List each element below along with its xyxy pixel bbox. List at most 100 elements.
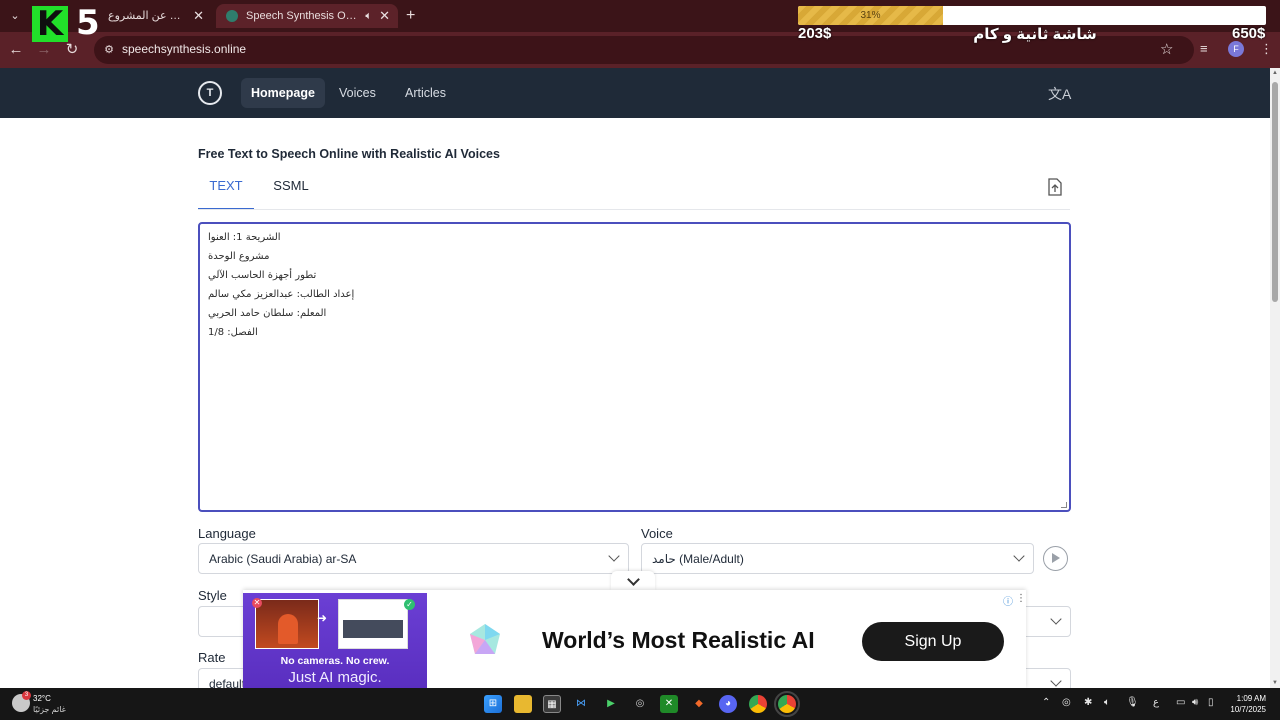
brand-gem-icon xyxy=(470,624,500,654)
windows-taskbar: 3 32°C غائم جزئيًا ⊞ ▦ ⋈ ▶ ◎ ✕ ◆ ◕ ⌃ ◎ ✱… xyxy=(0,688,1280,720)
file-explorer-icon[interactable] xyxy=(514,695,532,713)
donation-progress-bar: 31% xyxy=(798,6,1266,25)
brave-icon[interactable]: ◆ xyxy=(690,695,708,713)
volume-icon[interactable]: 🔈︎ xyxy=(1104,697,1110,708)
weather-badge: 3 xyxy=(22,691,31,700)
ad-headline: World’s Most Realistic AI xyxy=(542,627,815,653)
chrome-icon[interactable] xyxy=(749,695,767,713)
site-header: T Homepage Voices Articles 文A xyxy=(0,68,1270,118)
ad-info-icon[interactable]: ⓘ xyxy=(1003,593,1013,608)
tab-text[interactable]: TEXT xyxy=(198,174,254,210)
donation-current-amount: 203$ xyxy=(798,25,832,42)
tab-title: بحث مختصر عن المشروع xyxy=(108,10,186,22)
visual-studio-icon[interactable]: ⋈ xyxy=(572,695,590,713)
k5-logo-letter: K xyxy=(32,6,68,42)
weather-temperature: 32°C xyxy=(33,694,51,703)
weather-description: غائم جزئيًا xyxy=(33,705,66,714)
chevron-down-icon xyxy=(1050,675,1062,687)
file-upload-icon[interactable] xyxy=(1047,178,1063,196)
xbox-icon[interactable]: ✕ xyxy=(660,695,678,713)
ad-menu-icon[interactable]: ⋮ xyxy=(1016,593,1026,604)
play-app-icon[interactable]: ▶ xyxy=(602,695,620,713)
language-value: Arabic (Saudi Arabia) ar-SA xyxy=(209,552,357,566)
site-logo-icon[interactable]: T xyxy=(198,81,222,105)
text-line: تطور أجهزة الحاسب الآلي xyxy=(208,270,317,281)
nav-articles[interactable]: Articles xyxy=(395,78,456,108)
close-icon: ✕ xyxy=(252,598,262,608)
scroll-thumb[interactable] xyxy=(1272,82,1278,302)
nav-voices[interactable]: Voices xyxy=(329,78,386,108)
tab-search-icon[interactable]: ⌄ xyxy=(6,7,24,25)
tray-chevron-icon[interactable]: ⌃ xyxy=(1042,697,1050,708)
language-label: Language xyxy=(198,526,256,541)
microphone-icon[interactable]: 🎙︎ xyxy=(1126,697,1139,708)
ad-collapse-button[interactable] xyxy=(611,571,655,590)
chevron-down-icon xyxy=(1013,550,1025,562)
url-text: speechsynthesis.online xyxy=(122,42,247,56)
input-language[interactable]: ع xyxy=(1153,697,1159,708)
nav-homepage[interactable]: Homepage xyxy=(241,78,325,108)
browser-tab-active[interactable]: Speech Synthesis Online - free te 🔈︎ ✕ xyxy=(216,4,398,28)
site-info-icon[interactable]: ⚙ xyxy=(102,43,116,57)
sound-icon[interactable]: 🔊︎ xyxy=(1192,697,1198,708)
page-scrollbar[interactable]: ▲ ▼ xyxy=(1270,68,1280,688)
text-line: مشروع الوحدة xyxy=(208,251,270,262)
language-select[interactable]: Arabic (Saudi Arabia) ar-SA xyxy=(198,543,629,574)
tab-ssml[interactable]: SSML xyxy=(263,174,319,210)
donation-goal-amount: 650$ xyxy=(1232,25,1266,42)
tab-close-icon[interactable]: ✕ xyxy=(379,4,390,28)
scroll-up-icon[interactable]: ▲ xyxy=(1272,70,1278,76)
tray-app-icon[interactable]: ◎ xyxy=(1062,697,1071,708)
text-line: المعلم: سلطان حامد الحربي xyxy=(208,308,327,319)
windows-start-icon[interactable]: ⊞ xyxy=(484,695,502,713)
browser-menu-icon[interactable]: ⋮ xyxy=(1260,41,1273,57)
style-label: Style xyxy=(198,588,227,603)
ad-banner[interactable]: ➜ ✕ ✓ No cameras. No crew. Just AI magic… xyxy=(243,590,1026,688)
profile-avatar[interactable]: F xyxy=(1228,41,1244,57)
ad-editor-frame xyxy=(338,599,408,649)
chevron-down-icon xyxy=(1050,613,1062,625)
new-tab-icon[interactable]: + xyxy=(406,6,415,26)
bookmark-star-icon[interactable]: ☆ xyxy=(1160,40,1173,58)
tab-title: Speech Synthesis Online - free te xyxy=(246,10,358,22)
chrome-profile-icon[interactable] xyxy=(774,691,800,717)
reading-list-icon[interactable]: ≡ xyxy=(1200,41,1208,56)
ad-video-frame xyxy=(255,599,319,649)
tabs-divider xyxy=(198,209,1070,210)
translate-icon[interactable]: 文A xyxy=(1048,84,1071,104)
voice-value: حامد (Male/Adult) xyxy=(652,552,744,566)
text-line: الشريحة 1: العنوا xyxy=(208,232,281,243)
check-icon: ✓ xyxy=(404,599,415,610)
ad-image-line2: Just AI magic. xyxy=(288,669,382,686)
tray-settings-icon[interactable]: ✱ xyxy=(1084,697,1092,708)
back-arrow-icon[interactable]: ← xyxy=(6,40,26,60)
resize-grip-icon[interactable] xyxy=(1061,502,1067,508)
site-favicon-icon xyxy=(226,10,238,22)
text-input-area[interactable]: الشريحة 1: العنوا مشروع الوحدة تطور أجهز… xyxy=(198,222,1071,512)
discord-icon[interactable]: ◕ xyxy=(719,695,737,713)
donation-caption: شاشة ثانية و كام xyxy=(973,26,1097,43)
network-icon[interactable]: ▭ xyxy=(1176,697,1185,708)
text-line: إعداد الطالب: عبدالعزيز مكي سالم xyxy=(208,289,355,300)
rate-label: Rate xyxy=(198,650,226,665)
clock-time[interactable]: 1:09 AM xyxy=(1216,694,1266,703)
scroll-down-icon[interactable]: ▼ xyxy=(1272,680,1278,686)
voice-select[interactable]: حامد (Male/Adult) xyxy=(641,543,1034,574)
ad-signup-button[interactable]: Sign Up xyxy=(862,622,1004,661)
obs-icon[interactable]: ◎ xyxy=(631,695,649,713)
arrow-right-icon: ➜ xyxy=(317,611,328,625)
play-preview-button[interactable] xyxy=(1043,546,1068,571)
tab-close-icon[interactable]: ✕ xyxy=(193,4,204,28)
speaker-icon[interactable]: 🔈︎ xyxy=(365,4,372,28)
donation-percent: 31% xyxy=(860,10,881,21)
text-line: الفصل: 1/8 xyxy=(208,327,258,338)
battery-icon[interactable]: ▯ xyxy=(1208,697,1214,708)
k5-logo-number: 5 xyxy=(76,3,100,43)
clock-date[interactable]: 10/7/2025 xyxy=(1216,705,1266,714)
chevron-down-icon xyxy=(608,550,620,562)
store-icon[interactable]: ▦ xyxy=(543,695,561,713)
k5-logo: K 5 xyxy=(32,3,102,44)
ad-image-line1: No cameras. No crew. xyxy=(280,655,390,667)
ad-image[interactable]: ➜ ✕ ✓ No cameras. No crew. Just AI magic… xyxy=(243,593,427,688)
voice-label: Voice xyxy=(641,526,673,541)
